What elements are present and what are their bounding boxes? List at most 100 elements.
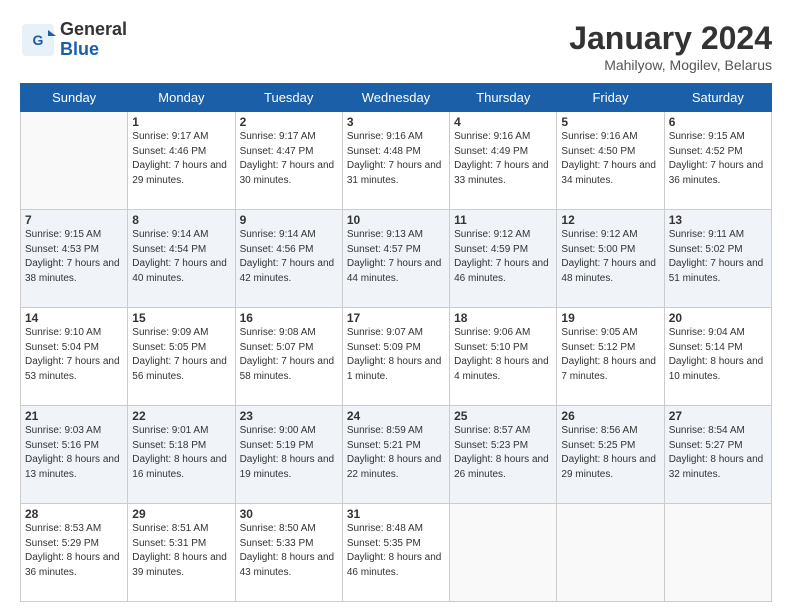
month-title: January 2024	[569, 20, 772, 57]
day-number: 2	[240, 115, 338, 129]
day-number: 5	[561, 115, 659, 129]
day-info: Sunrise: 9:17 AMSunset: 4:47 PMDaylight:…	[240, 131, 335, 186]
day-number: 12	[561, 213, 659, 227]
table-row: 21 Sunrise: 9:03 AMSunset: 5:16 PMDaylig…	[21, 406, 128, 504]
table-row: 24 Sunrise: 8:59 AMSunset: 5:21 PMDaylig…	[342, 406, 449, 504]
day-info: Sunrise: 9:14 AMSunset: 4:56 PMDaylight:…	[240, 229, 335, 284]
title-block: January 2024 Mahilyow, Mogilev, Belarus	[569, 20, 772, 73]
calendar-header-row: Sunday Monday Tuesday Wednesday Thursday…	[21, 84, 772, 112]
day-info: Sunrise: 9:01 AMSunset: 5:18 PMDaylight:…	[132, 425, 227, 480]
day-number: 29	[132, 507, 230, 521]
table-row: 17 Sunrise: 9:07 AMSunset: 5:09 PMDaylig…	[342, 308, 449, 406]
day-number: 16	[240, 311, 338, 325]
table-row: 10 Sunrise: 9:13 AMSunset: 4:57 PMDaylig…	[342, 210, 449, 308]
day-info: Sunrise: 8:57 AMSunset: 5:23 PMDaylight:…	[454, 425, 549, 480]
day-number: 17	[347, 311, 445, 325]
col-monday: Monday	[128, 84, 235, 112]
table-row: 28 Sunrise: 8:53 AMSunset: 5:29 PMDaylig…	[21, 504, 128, 602]
location: Mahilyow, Mogilev, Belarus	[569, 57, 772, 73]
svg-text:G: G	[33, 32, 44, 48]
day-info: Sunrise: 9:16 AMSunset: 4:49 PMDaylight:…	[454, 131, 549, 186]
table-row: 11 Sunrise: 9:12 AMSunset: 4:59 PMDaylig…	[450, 210, 557, 308]
table-row: 23 Sunrise: 9:00 AMSunset: 5:19 PMDaylig…	[235, 406, 342, 504]
table-row: 6 Sunrise: 9:15 AMSunset: 4:52 PMDayligh…	[664, 112, 771, 210]
day-info: Sunrise: 9:12 AMSunset: 4:59 PMDaylight:…	[454, 229, 549, 284]
table-row: 29 Sunrise: 8:51 AMSunset: 5:31 PMDaylig…	[128, 504, 235, 602]
day-number: 20	[669, 311, 767, 325]
table-row: 8 Sunrise: 9:14 AMSunset: 4:54 PMDayligh…	[128, 210, 235, 308]
day-number: 25	[454, 409, 552, 423]
table-row: 30 Sunrise: 8:50 AMSunset: 5:33 PMDaylig…	[235, 504, 342, 602]
table-row	[557, 504, 664, 602]
table-row	[450, 504, 557, 602]
day-number: 6	[669, 115, 767, 129]
table-row: 7 Sunrise: 9:15 AMSunset: 4:53 PMDayligh…	[21, 210, 128, 308]
day-number: 18	[454, 311, 552, 325]
day-number: 3	[347, 115, 445, 129]
day-number: 7	[25, 213, 123, 227]
calendar-table: Sunday Monday Tuesday Wednesday Thursday…	[20, 83, 772, 602]
day-number: 27	[669, 409, 767, 423]
header: G General Blue January 2024 Mahilyow, Mo…	[20, 20, 772, 73]
day-number: 22	[132, 409, 230, 423]
day-info: Sunrise: 8:48 AMSunset: 5:35 PMDaylight:…	[347, 523, 442, 578]
day-info: Sunrise: 9:07 AMSunset: 5:09 PMDaylight:…	[347, 327, 442, 382]
page: G General Blue January 2024 Mahilyow, Mo…	[0, 0, 792, 612]
table-row	[664, 504, 771, 602]
table-row: 22 Sunrise: 9:01 AMSunset: 5:18 PMDaylig…	[128, 406, 235, 504]
day-info: Sunrise: 8:59 AMSunset: 5:21 PMDaylight:…	[347, 425, 442, 480]
day-number: 9	[240, 213, 338, 227]
table-row: 19 Sunrise: 9:05 AMSunset: 5:12 PMDaylig…	[557, 308, 664, 406]
table-row: 13 Sunrise: 9:11 AMSunset: 5:02 PMDaylig…	[664, 210, 771, 308]
day-number: 21	[25, 409, 123, 423]
table-row: 2 Sunrise: 9:17 AMSunset: 4:47 PMDayligh…	[235, 112, 342, 210]
table-row	[21, 112, 128, 210]
day-info: Sunrise: 9:04 AMSunset: 5:14 PMDaylight:…	[669, 327, 764, 382]
day-info: Sunrise: 8:50 AMSunset: 5:33 PMDaylight:…	[240, 523, 335, 578]
col-tuesday: Tuesday	[235, 84, 342, 112]
day-info: Sunrise: 8:51 AMSunset: 5:31 PMDaylight:…	[132, 523, 227, 578]
day-info: Sunrise: 9:05 AMSunset: 5:12 PMDaylight:…	[561, 327, 656, 382]
day-number: 14	[25, 311, 123, 325]
table-row: 14 Sunrise: 9:10 AMSunset: 5:04 PMDaylig…	[21, 308, 128, 406]
logo-icon: G	[20, 22, 56, 58]
table-row: 27 Sunrise: 8:54 AMSunset: 5:27 PMDaylig…	[664, 406, 771, 504]
day-number: 10	[347, 213, 445, 227]
day-info: Sunrise: 9:09 AMSunset: 5:05 PMDaylight:…	[132, 327, 227, 382]
day-number: 1	[132, 115, 230, 129]
day-info: Sunrise: 9:03 AMSunset: 5:16 PMDaylight:…	[25, 425, 120, 480]
day-info: Sunrise: 9:16 AMSunset: 4:50 PMDaylight:…	[561, 131, 656, 186]
day-info: Sunrise: 8:53 AMSunset: 5:29 PMDaylight:…	[25, 523, 120, 578]
day-info: Sunrise: 9:15 AMSunset: 4:53 PMDaylight:…	[25, 229, 120, 284]
table-row: 1 Sunrise: 9:17 AMSunset: 4:46 PMDayligh…	[128, 112, 235, 210]
day-number: 4	[454, 115, 552, 129]
day-info: Sunrise: 9:00 AMSunset: 5:19 PMDaylight:…	[240, 425, 335, 480]
day-info: Sunrise: 9:13 AMSunset: 4:57 PMDaylight:…	[347, 229, 442, 284]
day-number: 15	[132, 311, 230, 325]
table-row: 26 Sunrise: 8:56 AMSunset: 5:25 PMDaylig…	[557, 406, 664, 504]
day-info: Sunrise: 9:08 AMSunset: 5:07 PMDaylight:…	[240, 327, 335, 382]
day-number: 26	[561, 409, 659, 423]
table-row: 4 Sunrise: 9:16 AMSunset: 4:49 PMDayligh…	[450, 112, 557, 210]
day-number: 31	[347, 507, 445, 521]
logo: G General Blue	[20, 20, 127, 60]
day-info: Sunrise: 8:54 AMSunset: 5:27 PMDaylight:…	[669, 425, 764, 480]
table-row: 3 Sunrise: 9:16 AMSunset: 4:48 PMDayligh…	[342, 112, 449, 210]
day-info: Sunrise: 9:15 AMSunset: 4:52 PMDaylight:…	[669, 131, 764, 186]
day-number: 23	[240, 409, 338, 423]
table-row: 15 Sunrise: 9:09 AMSunset: 5:05 PMDaylig…	[128, 308, 235, 406]
day-number: 11	[454, 213, 552, 227]
logo-blue-text: Blue	[60, 40, 127, 60]
day-number: 13	[669, 213, 767, 227]
day-info: Sunrise: 9:12 AMSunset: 5:00 PMDaylight:…	[561, 229, 656, 284]
table-row: 12 Sunrise: 9:12 AMSunset: 5:00 PMDaylig…	[557, 210, 664, 308]
day-info: Sunrise: 9:16 AMSunset: 4:48 PMDaylight:…	[347, 131, 442, 186]
day-info: Sunrise: 9:11 AMSunset: 5:02 PMDaylight:…	[669, 229, 764, 284]
day-info: Sunrise: 9:10 AMSunset: 5:04 PMDaylight:…	[25, 327, 120, 382]
col-friday: Friday	[557, 84, 664, 112]
day-info: Sunrise: 8:56 AMSunset: 5:25 PMDaylight:…	[561, 425, 656, 480]
table-row: 31 Sunrise: 8:48 AMSunset: 5:35 PMDaylig…	[342, 504, 449, 602]
day-number: 28	[25, 507, 123, 521]
day-number: 30	[240, 507, 338, 521]
col-thursday: Thursday	[450, 84, 557, 112]
